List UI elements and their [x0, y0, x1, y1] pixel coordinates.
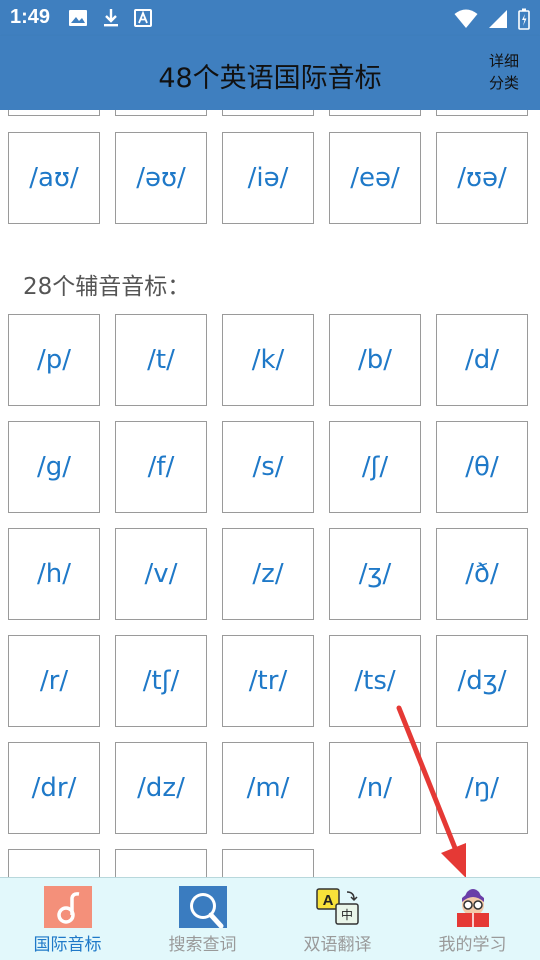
signal-icon [489, 10, 507, 28]
download-icon [104, 9, 118, 27]
svg-text:A: A [323, 892, 334, 909]
symbol-cell[interactable]: /d/ [436, 314, 528, 406]
vowel-row: /aʊ/ /əʊ/ /iə/ /eə/ /ʊə/ [8, 132, 528, 224]
phonetic-list[interactable]: /aʊ/ /əʊ/ /iə/ /eə/ /ʊə/ 28个辅音音标： /p/ /t… [0, 110, 540, 877]
symbol-cell-hidden[interactable] [329, 110, 421, 116]
translate-icon: A 中 [316, 888, 359, 925]
symbol-cell[interactable]: /tr/ [222, 635, 314, 727]
battery-icon [518, 8, 530, 30]
consonant-row-partial [8, 849, 528, 877]
symbol-cell-hidden[interactable] [8, 110, 100, 116]
symbol-cell[interactable]: /əʊ/ [115, 132, 207, 224]
symbol-cell-hidden[interactable] [8, 849, 100, 877]
music-note-icon [44, 886, 92, 928]
nav-search[interactable]: 搜索查词 [135, 878, 270, 960]
consonant-row: /dr/ /dz/ /m/ /n/ /ŋ/ [8, 742, 528, 834]
nav-label: 我的学习 [438, 935, 507, 955]
symbol-cell-hidden[interactable] [115, 110, 207, 116]
symbol-cell-hidden[interactable] [115, 849, 207, 877]
nav-my-study[interactable]: 我的学习 [405, 878, 540, 960]
wifi-icon [454, 9, 478, 28]
image-notification-icon [69, 10, 87, 26]
symbol-cell[interactable]: /f/ [115, 421, 207, 513]
symbol-cell[interactable]: /ð/ [436, 528, 528, 620]
symbol-cell[interactable]: /aʊ/ [8, 132, 100, 224]
consonants-heading: 28个辅音音标： [23, 274, 191, 300]
symbol-cell[interactable]: /tʃ/ [115, 635, 207, 727]
vowel-row-partial [8, 110, 528, 116]
symbol-cell-hidden[interactable] [222, 849, 314, 877]
nav-label: 搜索查词 [168, 935, 237, 955]
symbol-cell[interactable]: /ts/ [329, 635, 421, 727]
symbol-cell[interactable]: /dʒ/ [436, 635, 528, 727]
symbol-cell[interactable]: /dr/ [8, 742, 100, 834]
symbol-cell[interactable]: /z/ [222, 528, 314, 620]
nav-label: 国际音标 [33, 935, 102, 955]
consonant-row: /g/ /f/ /s/ /ʃ/ /θ/ [8, 421, 528, 513]
nav-phonetics[interactable]: 国际音标 [0, 878, 135, 960]
app-bar: 48个英语国际音标 详细 分类 [0, 36, 540, 110]
symbol-cell[interactable]: /v/ [115, 528, 207, 620]
detail-label-line1: 详细 [488, 52, 519, 70]
student-reading-icon [457, 889, 489, 927]
detail-classification-button[interactable]: 详细 分类 [484, 50, 524, 94]
symbol-cell[interactable]: /θ/ [436, 421, 528, 513]
svg-text:中: 中 [341, 907, 353, 922]
nav-translate[interactable]: A 中 双语翻译 [270, 878, 405, 960]
symbol-cell[interactable]: /iə/ [222, 132, 314, 224]
status-time: 1:49 [10, 6, 51, 28]
symbol-cell[interactable]: /dz/ [115, 742, 207, 834]
symbol-cell[interactable]: /n/ [329, 742, 421, 834]
symbol-cell[interactable]: /k/ [222, 314, 314, 406]
symbol-cell[interactable]: /s/ [222, 421, 314, 513]
consonant-row: /p/ /t/ /k/ /b/ /d/ [8, 314, 528, 406]
bottom-nav: 国际音标 搜索查词 A 中 双语翻译 我的学习 [0, 877, 540, 960]
detail-label-line2: 分类 [488, 74, 519, 92]
symbol-cell[interactable]: /m/ [222, 742, 314, 834]
search-icon [179, 886, 227, 928]
notification-icons [68, 8, 152, 28]
page-title: 48个英语国际音标 [158, 63, 382, 94]
symbol-cell[interactable]: /p/ [8, 314, 100, 406]
consonant-row: /r/ /tʃ/ /tr/ /ts/ /dʒ/ [8, 635, 528, 727]
symbol-cell[interactable]: /eə/ [329, 132, 421, 224]
symbol-cell[interactable]: /ʊə/ [436, 132, 528, 224]
symbol-cell[interactable]: /g/ [8, 421, 100, 513]
symbol-cell[interactable]: /h/ [8, 528, 100, 620]
symbol-cell[interactable]: /r/ [8, 635, 100, 727]
symbol-cell-hidden[interactable] [436, 110, 528, 116]
symbol-cell[interactable]: /ŋ/ [436, 742, 528, 834]
status-bar: 1:49 [0, 0, 540, 36]
font-notification-icon [134, 9, 152, 27]
symbol-cell[interactable]: /t/ [115, 314, 207, 406]
symbol-cell[interactable]: /ʃ/ [329, 421, 421, 513]
symbol-cell[interactable]: /b/ [329, 314, 421, 406]
symbol-cell-hidden[interactable] [222, 110, 314, 116]
symbol-cell[interactable]: /ʒ/ [329, 528, 421, 620]
consonant-row: /h/ /v/ /z/ /ʒ/ /ð/ [8, 528, 528, 620]
nav-label: 双语翻译 [303, 935, 372, 955]
system-icons [454, 8, 530, 30]
